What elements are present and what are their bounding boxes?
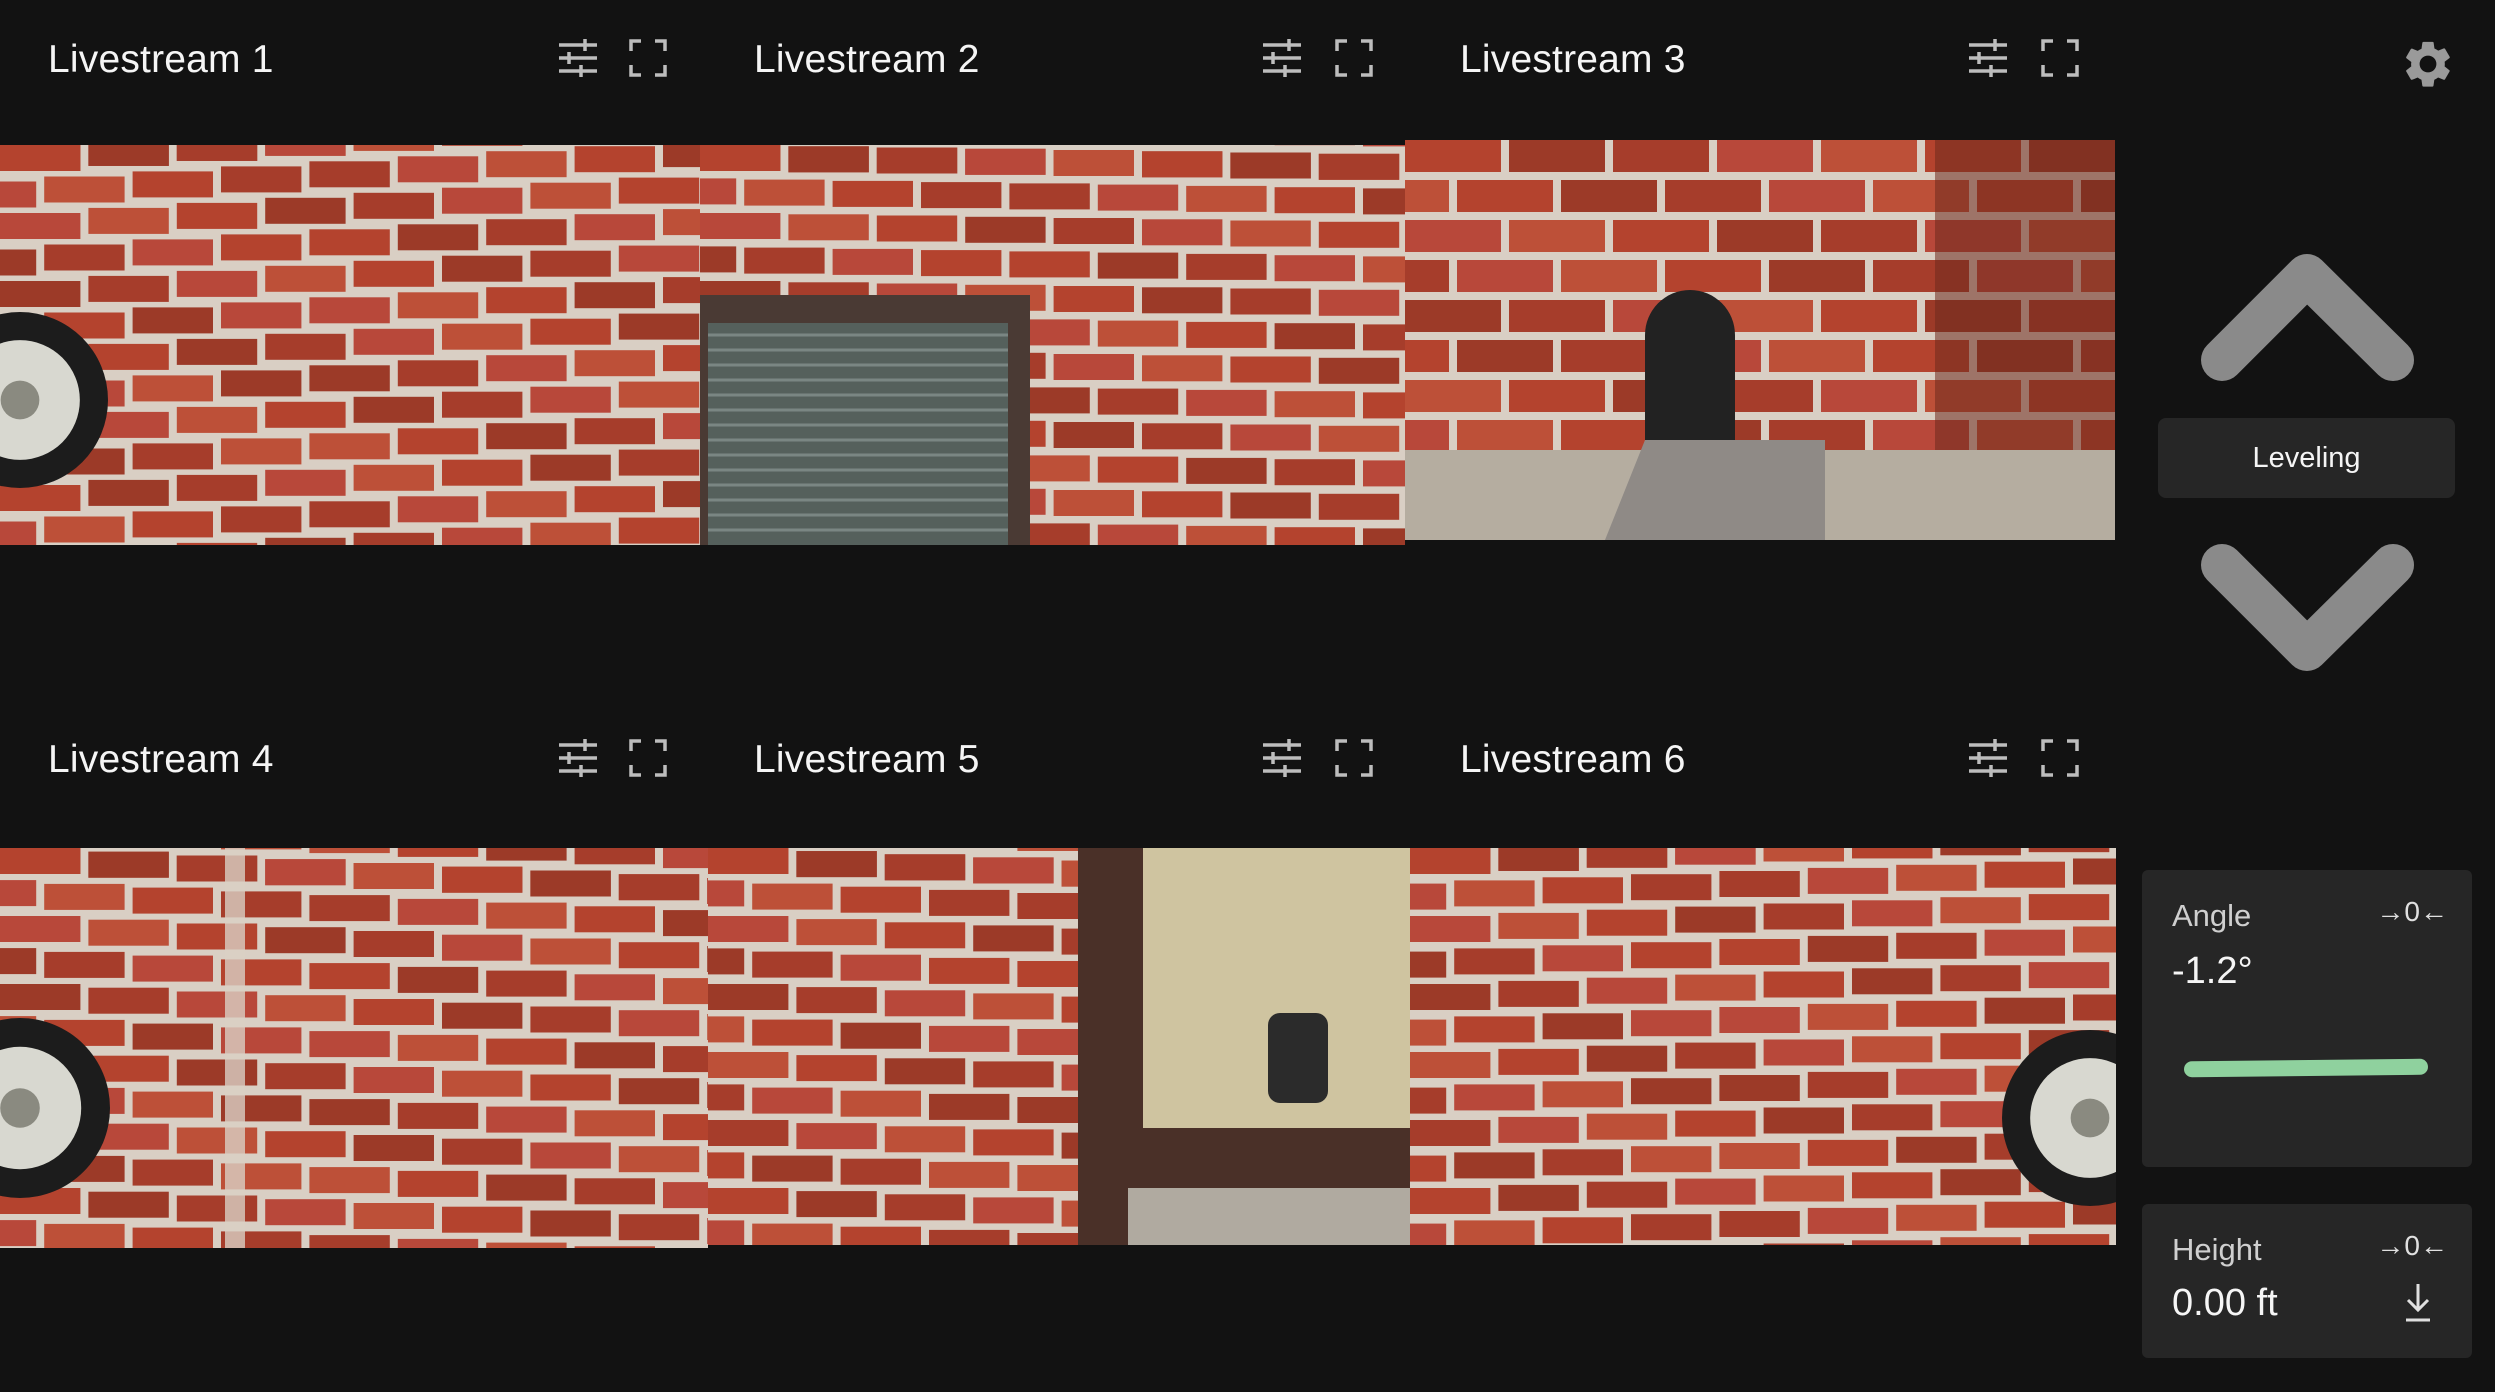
video-feed[interactable] <box>708 848 1410 1245</box>
video-feed[interactable] <box>0 848 708 1248</box>
sliders-icon[interactable] <box>1960 30 2016 86</box>
angle-label: Angle <box>2172 898 2252 933</box>
feed-image <box>0 145 700 545</box>
gear-icon[interactable] <box>2400 36 2456 92</box>
stream-title: Livestream 6 <box>1460 738 1686 781</box>
angle-value: -1.2° <box>2172 950 2253 992</box>
stream-tile-1: Livestream 1 <box>0 0 700 545</box>
video-feed[interactable] <box>0 145 700 545</box>
stream-tile-3: Livestream 3 <box>1405 0 2115 545</box>
stream-header: Livestream 2 <box>700 0 1405 120</box>
angle-zero-button[interactable]: →0← <box>2376 896 2448 928</box>
fullscreen-icon[interactable] <box>1326 730 1382 786</box>
fullscreen-icon[interactable] <box>2032 30 2088 86</box>
feed-image <box>0 848 708 1248</box>
height-label: Height <box>2172 1232 2262 1267</box>
stream-header: Livestream 6 <box>1410 700 2116 820</box>
sliders-icon[interactable] <box>1254 30 1310 86</box>
stream-header: Livestream 3 <box>1405 0 2115 120</box>
stream-header: Livestream 4 <box>0 700 708 820</box>
fullscreen-icon[interactable] <box>620 30 676 86</box>
feed-image <box>708 848 1410 1245</box>
stream-title: Livestream 4 <box>48 738 274 781</box>
stream-tile-4: Livestream 4 <box>0 700 708 1248</box>
stream-title: Livestream 5 <box>754 738 980 781</box>
stream-header: Livestream 1 <box>0 0 700 120</box>
feed-image <box>1410 848 2116 1245</box>
stream-title: Livestream 2 <box>754 38 980 81</box>
height-value: 0.00 ft <box>2172 1282 2278 1324</box>
chevron-down-icon[interactable] <box>2200 535 2415 685</box>
stream-title: Livestream 3 <box>1460 38 1686 81</box>
stream-tile-2: Livestream 2 <box>700 0 1405 545</box>
sliders-icon[interactable] <box>1254 730 1310 786</box>
stream-title: Livestream 1 <box>48 38 274 81</box>
download-icon[interactable] <box>2400 1280 2436 1324</box>
stream-tile-6: Livestream 6 <box>1410 700 2116 1245</box>
leveling-button[interactable]: Leveling <box>2158 418 2455 498</box>
fullscreen-icon[interactable] <box>2032 730 2088 786</box>
fullscreen-icon[interactable] <box>1326 30 1382 86</box>
video-feed[interactable] <box>1405 140 2115 540</box>
fullscreen-icon[interactable] <box>620 730 676 786</box>
feed-image <box>1405 140 2115 540</box>
level-indicator <box>2183 1058 2429 1078</box>
sliders-icon[interactable] <box>1960 730 2016 786</box>
stream-tile-5: Livestream 5 <box>708 700 1410 1245</box>
stream-header: Livestream 5 <box>708 700 1410 820</box>
video-feed[interactable] <box>1410 848 2116 1245</box>
angle-panel: Angle →0← -1.2° <box>2142 870 2472 1167</box>
height-panel: Height →0← 0.00 ft <box>2142 1204 2472 1358</box>
sliders-icon[interactable] <box>550 30 606 86</box>
chevron-up-icon[interactable] <box>2200 240 2415 390</box>
feed-image <box>700 145 1405 545</box>
sliders-icon[interactable] <box>550 730 606 786</box>
height-zero-button[interactable]: →0← <box>2376 1230 2448 1262</box>
livestream-dashboard: Livestream 1 Livestream 2 Livestream 3 L… <box>0 0 2495 1392</box>
video-feed[interactable] <box>700 145 1405 545</box>
